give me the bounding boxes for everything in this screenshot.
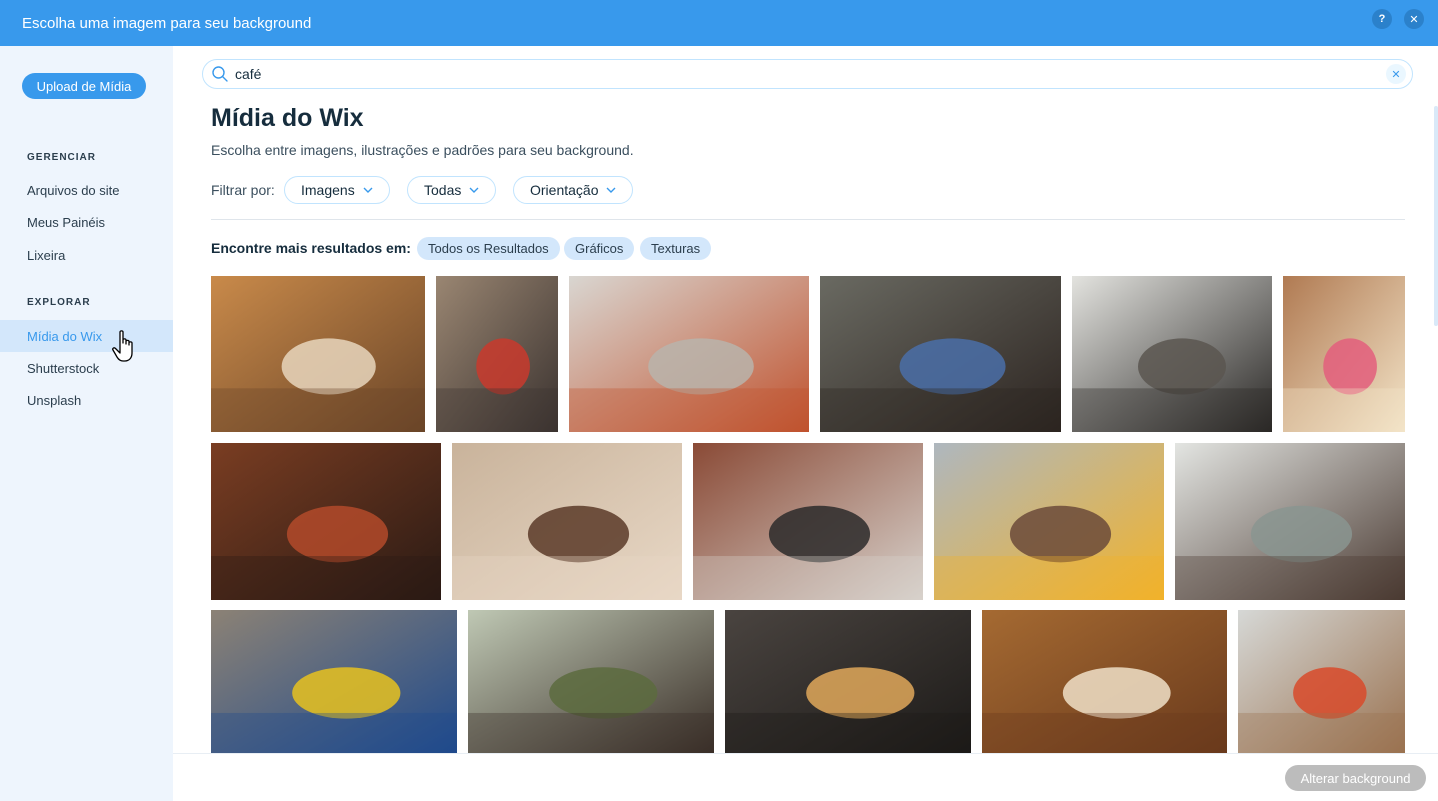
- close-icon: ✕: [1409, 13, 1419, 26]
- photo: [569, 276, 809, 432]
- page-subtitle: Escolha entre imagens, ilustrações e pad…: [211, 142, 634, 158]
- image-thumbnail-pour-over-red-dripper[interactable]: [436, 276, 558, 432]
- dialog-header: Escolha uma imagem para seu background ?…: [0, 0, 1438, 46]
- sidebar-item-wix-media[interactable]: Mídia do Wix: [0, 320, 173, 352]
- upload-media-button[interactable]: Upload de Mídia: [22, 73, 146, 99]
- sidebar-item-site-files[interactable]: Arquivos do site: [0, 174, 173, 206]
- filter-orientation-label: Orientação: [530, 182, 599, 198]
- sidebar-item-my-boards[interactable]: Meus Painéis: [0, 206, 173, 238]
- photo: [820, 276, 1061, 432]
- close-icon: ✕: [1391, 68, 1401, 81]
- page-title: Mídia do Wix: [211, 104, 364, 132]
- photo: [452, 443, 682, 600]
- help-button[interactable]: ?: [1372, 9, 1392, 29]
- image-thumbnail-cup-on-books-sunlight[interactable]: [982, 610, 1227, 753]
- divider: [211, 219, 1405, 220]
- search-icon: [212, 66, 228, 82]
- image-thumbnail-smiling-man-beanie[interactable]: [934, 443, 1164, 600]
- photo: [934, 443, 1164, 600]
- dialog-title: Escolha uma imagem para seu background: [22, 14, 312, 32]
- tag-all-results[interactable]: Todos os Resultados: [417, 237, 560, 260]
- photo: [1238, 610, 1405, 753]
- photo: [1283, 276, 1405, 432]
- sidebar-item-label: Lixeira: [27, 247, 66, 263]
- photo: [211, 610, 457, 753]
- filter-orientation-dropdown[interactable]: Orientação: [513, 176, 634, 204]
- sidebar-item-label: Mídia do Wix: [27, 328, 103, 344]
- photo: [211, 443, 441, 600]
- close-button[interactable]: ✕: [1404, 9, 1424, 29]
- sidebar-item-label: Unsplash: [27, 392, 82, 408]
- scrollbar[interactable]: [1434, 106, 1438, 326]
- help-icon: ?: [1378, 13, 1386, 25]
- chevron-down-icon: [606, 187, 616, 193]
- image-thumbnail-cafe-interior-man[interactable]: [1175, 443, 1405, 600]
- photo: [211, 276, 425, 432]
- photo: [725, 610, 971, 753]
- photo: [436, 276, 558, 432]
- tag-textures[interactable]: Texturas: [640, 237, 712, 260]
- image-thumbnail-woman-glasses-latte[interactable]: [452, 443, 682, 600]
- dialog-footer: [173, 753, 1438, 801]
- filter-type-label: Imagens: [301, 182, 355, 198]
- image-thumbnail-barista-latte-art-brick[interactable]: [693, 443, 923, 600]
- image-thumbnail-book-on-glass-table[interactable]: [569, 276, 809, 432]
- filter-category-label: Todas: [424, 182, 462, 198]
- image-thumbnail-woman-at-cafe-window[interactable]: [1072, 276, 1272, 432]
- filter-type-dropdown[interactable]: Imagens: [284, 176, 390, 204]
- chevron-down-icon: [469, 187, 479, 193]
- sidebar-item-shutterstock[interactable]: Shutterstock: [0, 352, 173, 384]
- photo: [1072, 276, 1272, 432]
- section-manage-heading: GERENCIAR: [27, 152, 97, 163]
- photo: [1175, 443, 1405, 600]
- tag-graphics[interactable]: Gráficos: [564, 237, 635, 260]
- section-explore-heading: EXPLORAR: [27, 297, 91, 308]
- image-thumbnail-woman-drinking-coffee-bar[interactable]: [211, 443, 441, 600]
- image-thumbnail-tray-coffee-jars[interactable]: [211, 276, 425, 432]
- more-results-label: Encontre mais resultados em:: [211, 240, 411, 256]
- filter-label: Filtrar por:: [211, 182, 275, 198]
- image-thumbnail-barista-pouring-coffee[interactable]: [820, 276, 1061, 432]
- sidebar-item-trash[interactable]: Lixeira: [0, 239, 173, 271]
- sidebar-item-unsplash[interactable]: Unsplash: [0, 384, 173, 416]
- sidebar: Upload de Mídia GERENCIAR Arquivos do si…: [0, 46, 173, 801]
- clear-search-button[interactable]: ✕: [1386, 64, 1406, 84]
- sidebar-item-label: Arquivos do site: [27, 182, 120, 198]
- chevron-down-icon: [363, 187, 373, 193]
- image-thumbnail-latte-cups-yellow-blue[interactable]: [211, 610, 457, 753]
- hand-cursor-icon: [112, 330, 133, 362]
- image-thumbnail-modern-cafe-counter[interactable]: [1238, 610, 1405, 753]
- photo: [982, 610, 1227, 753]
- photo: [468, 610, 714, 753]
- photo: [693, 443, 923, 600]
- search-bar[interactable]: café ✕: [202, 59, 1413, 89]
- image-thumbnail-pao-de-queijo-coffee[interactable]: [725, 610, 971, 753]
- sidebar-item-label: Meus Painéis: [27, 214, 106, 230]
- image-thumbnail-cafe-table-plants[interactable]: [468, 610, 714, 753]
- image-thumbnail-friends-table-flowers[interactable]: [1283, 276, 1405, 432]
- sidebar-item-label: Shutterstock: [27, 360, 100, 376]
- search-input[interactable]: café: [235, 66, 261, 82]
- filter-category-dropdown[interactable]: Todas: [407, 176, 497, 204]
- change-background-button[interactable]: Alterar background: [1285, 765, 1426, 791]
